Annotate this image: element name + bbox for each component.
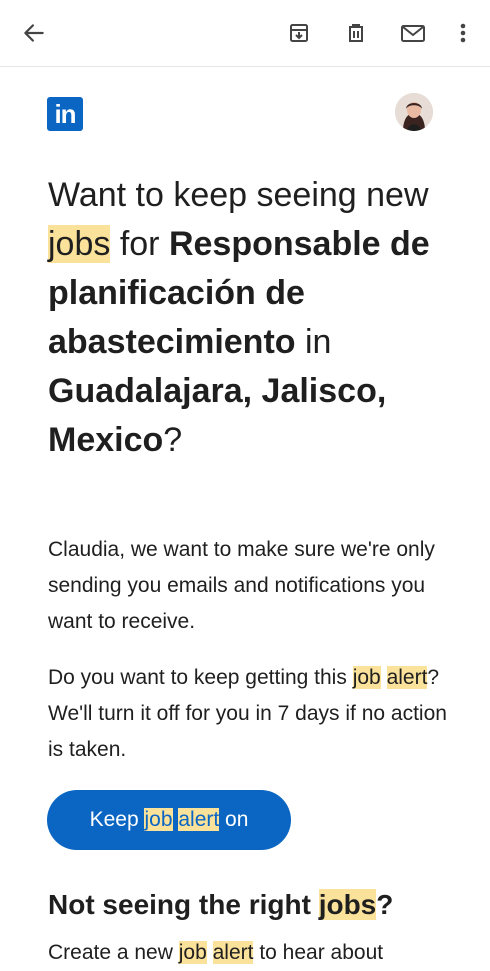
paragraph-text: Create a new: [48, 941, 179, 964]
keep-job-alert-button[interactable]: Keep job alert on: [47, 790, 291, 850]
more-vert-icon[interactable]: [448, 18, 478, 48]
highlighted-word: job: [144, 808, 173, 831]
highlighted-word: alert: [178, 808, 220, 831]
highlighted-word: job: [352, 666, 381, 689]
paragraph-text: [381, 666, 387, 689]
intro-paragraph: Claudia, we want to make sure we're only…: [48, 538, 435, 633]
avatar[interactable]: [395, 93, 433, 131]
alert-paragraph: Do you want to keep getting this job ale…: [48, 660, 458, 768]
archive-icon[interactable]: [284, 18, 314, 48]
subheading-text: ?: [376, 889, 394, 920]
mail-icon[interactable]: [398, 18, 428, 48]
create-alert-paragraph: Create a new job alert to hear about: [48, 935, 458, 971]
headline-text: Want to keep seeing new: [48, 176, 429, 214]
paragraph-text: Do you want to keep getting this: [48, 666, 353, 689]
headline: Want to keep seeing new jobs for Respons…: [48, 171, 448, 465]
back-arrow-icon[interactable]: [19, 18, 49, 48]
email-toolbar: [0, 0, 490, 67]
job-location: Guadalajara, Jalisco, Mexico: [48, 372, 387, 459]
trash-icon[interactable]: [341, 18, 371, 48]
button-text: Keep: [89, 808, 145, 831]
headline-text: in: [295, 323, 332, 361]
highlighted-word: jobs: [318, 889, 377, 920]
highlighted-word: jobs: [48, 225, 111, 263]
linkedin-logo: in: [47, 97, 83, 131]
subheading: Not seeing the right jobs?: [48, 889, 393, 921]
subheading-text: Not seeing the right: [48, 889, 319, 920]
highlighted-word: alert: [212, 941, 254, 964]
highlighted-word: job: [178, 941, 207, 964]
button-text: on: [219, 808, 249, 831]
headline-text: for: [110, 225, 169, 263]
paragraph-text: to hear about: [253, 941, 384, 964]
highlighted-word: alert: [386, 666, 428, 689]
headline-text: ?: [163, 421, 183, 459]
